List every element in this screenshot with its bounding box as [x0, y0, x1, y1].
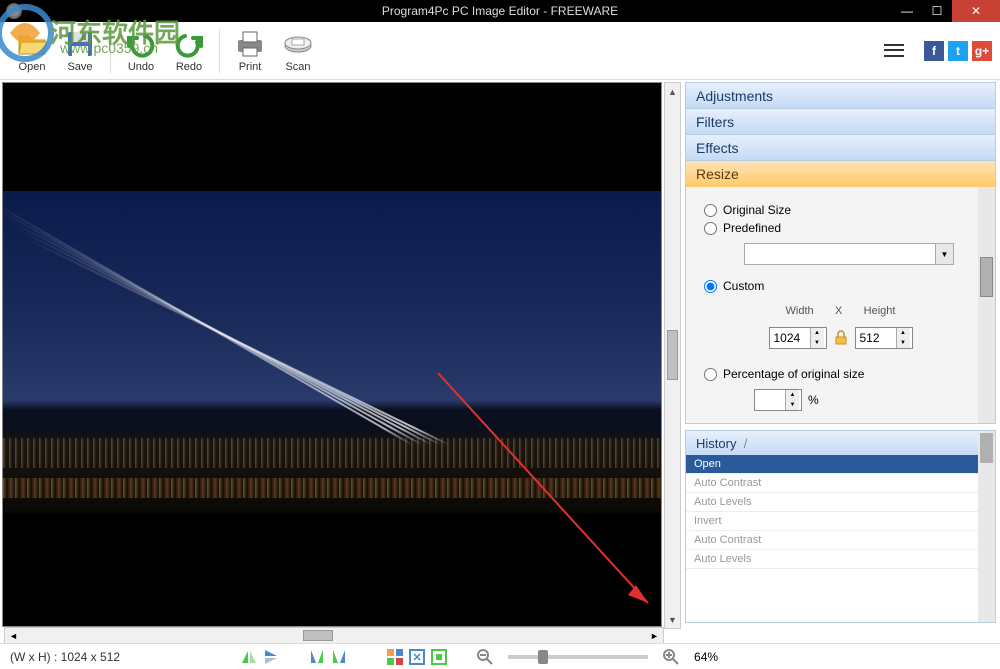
redo-button[interactable]: Redo [165, 24, 213, 78]
scroll-right-icon[interactable]: ► [646, 628, 663, 643]
zoom-out-icon[interactable] [476, 648, 494, 666]
rotate-right-icon[interactable] [330, 648, 348, 666]
history-item[interactable]: Auto Levels [686, 493, 978, 512]
filters-header[interactable]: Filters [686, 109, 995, 135]
scroll-up-icon[interactable]: ▲ [665, 83, 680, 100]
image-canvas[interactable] [2, 82, 662, 627]
history-item[interactable]: Auto Contrast [686, 474, 978, 493]
minimize-button[interactable]: — [892, 0, 922, 22]
googleplus-icon[interactable]: g+ [972, 41, 992, 61]
twitter-icon[interactable]: t [948, 41, 968, 61]
floppy-icon [64, 28, 96, 60]
flip-vertical-icon[interactable] [262, 648, 280, 666]
grid-small-icon[interactable] [386, 648, 404, 666]
rotate-left-icon[interactable] [308, 648, 326, 666]
width-input[interactable] [770, 328, 810, 348]
custom-label: Custom [723, 279, 764, 293]
image-dimensions: (W x H) : 1024 x 512 [10, 650, 120, 664]
window-title: Program4Pc PC Image Editor - FREEWARE [382, 4, 618, 18]
predefined-label: Predefined [723, 221, 781, 235]
scanner-icon [282, 28, 314, 60]
printer-icon [234, 28, 266, 60]
list-view-icon[interactable] [884, 43, 904, 59]
history-item[interactable]: Invert [686, 512, 978, 531]
width-label: Width [786, 305, 814, 317]
folder-open-icon [16, 28, 48, 60]
save-button[interactable]: Save [56, 24, 104, 78]
history-scrollbar[interactable] [978, 431, 995, 622]
predefined-combo[interactable]: ▼ [744, 243, 954, 265]
scroll-down-icon[interactable]: ▼ [665, 611, 680, 628]
history-item[interactable]: Auto Levels [686, 550, 978, 569]
original-size-radio[interactable] [704, 204, 717, 217]
zoom-slider[interactable] [508, 655, 648, 659]
resize-panel: Original Size Predefined ▼ Custom Width … [686, 187, 995, 423]
actual-size-icon[interactable] [430, 648, 448, 666]
effects-header[interactable]: Effects [686, 135, 995, 161]
percent-symbol: % [808, 393, 819, 407]
undo-icon [125, 28, 157, 60]
width-spinner[interactable]: ▲▼ [769, 327, 827, 349]
x-label: X [835, 305, 842, 317]
original-size-label: Original Size [723, 203, 791, 217]
adjustments-header[interactable]: Adjustments [686, 83, 995, 109]
custom-radio[interactable] [704, 280, 717, 293]
height-label: Height [864, 305, 896, 317]
canvas-scrollbar-vertical[interactable]: ▲ ▼ [664, 82, 681, 629]
scan-button[interactable]: Scan [274, 24, 322, 78]
predefined-radio[interactable] [704, 222, 717, 235]
side-accordion: Adjustments Filters Effects Resize Origi… [685, 82, 996, 424]
percentage-input[interactable] [755, 390, 785, 410]
edited-image [3, 191, 661, 513]
resize-header[interactable]: Resize [686, 161, 995, 187]
scroll-left-icon[interactable]: ◄ [5, 628, 22, 643]
percentage-label: Percentage of original size [723, 367, 864, 381]
open-button[interactable]: Open [8, 24, 56, 78]
history-panel: History / OpenAuto ContrastAuto LevelsIn… [685, 430, 996, 623]
maximize-button[interactable]: ☐ [922, 0, 952, 22]
history-item[interactable]: Auto Contrast [686, 531, 978, 550]
history-header: History / [686, 431, 978, 455]
print-button[interactable]: Print [226, 24, 274, 78]
lock-icon[interactable] [833, 330, 849, 346]
zoom-percentage: 64% [694, 650, 718, 664]
titlebar: Program4Pc PC Image Editor - FREEWARE — … [0, 0, 1000, 22]
facebook-icon[interactable]: f [924, 41, 944, 61]
redo-icon [173, 28, 205, 60]
app-icon [6, 3, 22, 19]
percentage-radio[interactable] [704, 368, 717, 381]
canvas-scrollbar-horizontal[interactable]: ◄ ► [4, 627, 664, 644]
chevron-down-icon[interactable]: ▼ [935, 244, 953, 264]
height-input[interactable] [856, 328, 896, 348]
statusbar: (W x H) : 1024 x 512 64% [0, 643, 1000, 669]
main-toolbar: Open Save Undo Redo Print Scan f t g+ [0, 22, 1000, 80]
zoom-in-icon[interactable] [662, 648, 680, 666]
fit-screen-icon[interactable] [408, 648, 426, 666]
percentage-spinner[interactable]: ▲▼ [754, 389, 802, 411]
history-item[interactable]: Open [686, 455, 978, 474]
height-spinner[interactable]: ▲▼ [855, 327, 913, 349]
undo-button[interactable]: Undo [117, 24, 165, 78]
flip-horizontal-icon[interactable] [240, 648, 258, 666]
close-button[interactable]: ✕ [952, 0, 1000, 22]
resize-scrollbar[interactable] [978, 187, 995, 423]
